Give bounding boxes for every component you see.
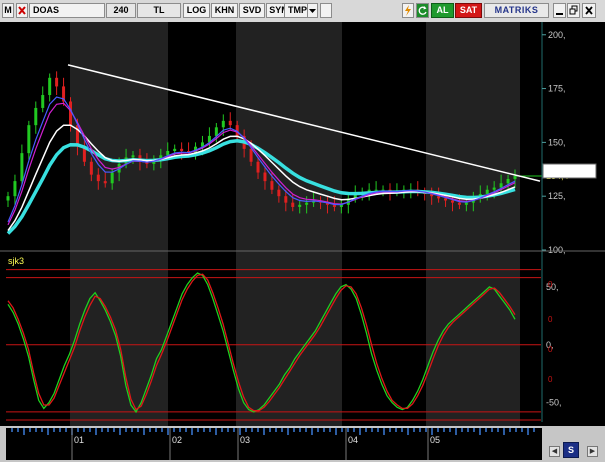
price-tick-label: 125,	[548, 191, 566, 201]
price-candle	[89, 161, 93, 175]
lightning-icon[interactable]	[402, 3, 414, 18]
restore-icon[interactable]	[567, 3, 580, 18]
price-candle	[444, 198, 448, 201]
buy-button[interactable]: AL	[431, 3, 454, 18]
price-candle	[214, 127, 218, 136]
month-label: 01	[74, 435, 84, 445]
chart-area[interactable]: 200,175,150,125,100, 134,4 132,48 sjk3 5…	[0, 22, 605, 426]
price-candle	[173, 148, 177, 151]
price-candle	[291, 202, 295, 207]
cursor-value-label: 132,48	[548, 180, 579, 191]
scroll-left-button[interactable]: ◀	[549, 446, 560, 457]
options-button[interactable]	[320, 3, 332, 18]
indicator-level-marker: 0	[548, 280, 553, 289]
price-tick-label: 150,	[548, 137, 566, 147]
log-button[interactable]: LOG	[183, 3, 210, 18]
price-candle	[131, 155, 135, 158]
close-icon[interactable]	[582, 3, 596, 18]
price-candle	[457, 202, 461, 205]
time-axis-bar: 01 02 03 04 05 ◀ ▶ S	[0, 426, 605, 462]
month-label: 04	[348, 435, 358, 445]
price-candle	[221, 120, 225, 128]
price-candle	[103, 181, 107, 184]
price-candle	[249, 148, 253, 162]
price-tick-label: 175,	[548, 84, 566, 94]
price-candle	[506, 178, 510, 184]
currency-button[interactable]: TL	[137, 3, 181, 18]
time-band	[70, 22, 168, 426]
scroll-right-button[interactable]: ▶	[587, 446, 598, 457]
indicator-level-marker: 0	[548, 345, 553, 354]
indicator-title: sjk3	[8, 256, 24, 266]
period-button[interactable]: 240	[106, 3, 136, 18]
symbol-field[interactable]: DOAS	[29, 3, 105, 18]
price-candle	[55, 77, 59, 87]
price-candle	[263, 172, 267, 182]
indicator-tick-label: -50,	[546, 398, 562, 408]
indicator-level-marker: 0	[548, 375, 553, 384]
chart-toolbar: M DOAS 240 TL LOG KHN SVD SYM TMP AL SAT…	[0, 0, 605, 23]
price-candle	[464, 202, 468, 205]
month-label: 03	[240, 435, 250, 445]
refresh-icon[interactable]	[416, 3, 429, 18]
price-candle	[450, 200, 454, 203]
price-candle	[332, 204, 336, 207]
chart-canvas[interactable]: 200,175,150,125,100, 134,4 132,48 sjk3 5…	[0, 22, 605, 426]
time-band	[426, 22, 520, 426]
khn-button[interactable]: KHN	[211, 3, 238, 18]
price-tick-label: 100,	[548, 245, 566, 255]
price-candle	[96, 174, 100, 182]
price-candle	[228, 120, 232, 126]
minimize-icon[interactable]	[553, 3, 566, 18]
price-candle	[48, 77, 52, 96]
svd-button[interactable]: SVD	[239, 3, 265, 18]
price-candle	[305, 202, 309, 205]
price-candle	[110, 172, 114, 184]
price-candle	[270, 181, 274, 190]
price-candle	[374, 189, 378, 191]
price-candle	[6, 196, 10, 201]
m-menu-button[interactable]: M	[2, 3, 14, 18]
price-candle	[298, 204, 302, 207]
price-candle	[13, 181, 17, 197]
price-candle	[277, 189, 281, 197]
price-candle	[492, 187, 496, 190]
sell-button[interactable]: SAT	[455, 3, 482, 18]
matriks-logo-icon[interactable]: S	[563, 442, 579, 458]
cursor-value-box	[542, 163, 597, 179]
price-candle	[27, 125, 31, 154]
price-candle	[499, 183, 503, 188]
price-candle	[41, 95, 45, 108]
price-candle	[34, 107, 38, 126]
time-band	[236, 22, 342, 426]
dropdown-arrow-icon[interactable]	[307, 3, 318, 18]
month-label: 02	[172, 435, 182, 445]
price-candle	[20, 153, 24, 182]
brand-logo: MATRIKS	[484, 3, 549, 18]
price-candle	[485, 189, 489, 195]
price-tick-label: 200,	[548, 30, 566, 40]
price-candle	[284, 196, 288, 203]
indicator-level-marker: 0	[548, 315, 553, 324]
price-candle	[256, 161, 260, 173]
month-label: 05	[430, 435, 440, 445]
chart-type-icon[interactable]	[16, 3, 28, 18]
time-axis-strip[interactable]	[6, 428, 542, 460]
price-candle	[180, 148, 184, 151]
